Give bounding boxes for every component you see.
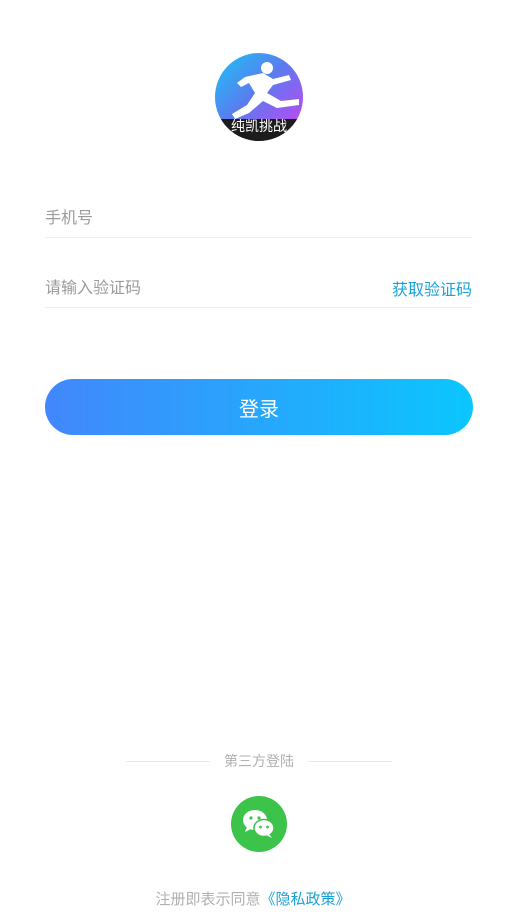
code-field-row: 获取验证码 [45, 268, 472, 308]
logo-caption: 纯凯挑战 [231, 119, 287, 135]
privacy-policy-link[interactable]: 《隐私政策》 [261, 888, 351, 909]
logo-caption-band: 纯凯挑战 [215, 119, 303, 141]
privacy-agreement: 注册即表示同意 《隐私政策》 [0, 886, 506, 910]
phone-input[interactable] [45, 198, 345, 237]
wechat-login-button[interactable] [231, 796, 287, 852]
verification-code-input[interactable] [45, 268, 345, 307]
third-party-label: 第三方登陆 [224, 754, 294, 770]
app-logo: 纯凯挑战 [215, 53, 303, 141]
get-code-button[interactable]: 获取验证码 [392, 268, 472, 307]
login-screen: 纯凯挑战 获取验证码 登录 第三方登陆 注册即表示同意 《隐私政策》 [0, 0, 506, 915]
divider-line-left [126, 760, 210, 762]
agreement-text: 注册即表示同意 [155, 889, 261, 908]
divider-line-right [308, 760, 392, 762]
third-party-divider: 第三方登陆 [126, 750, 392, 772]
wechat-icon [243, 810, 275, 838]
phone-field-row [45, 198, 472, 238]
login-button[interactable]: 登录 [45, 379, 473, 435]
